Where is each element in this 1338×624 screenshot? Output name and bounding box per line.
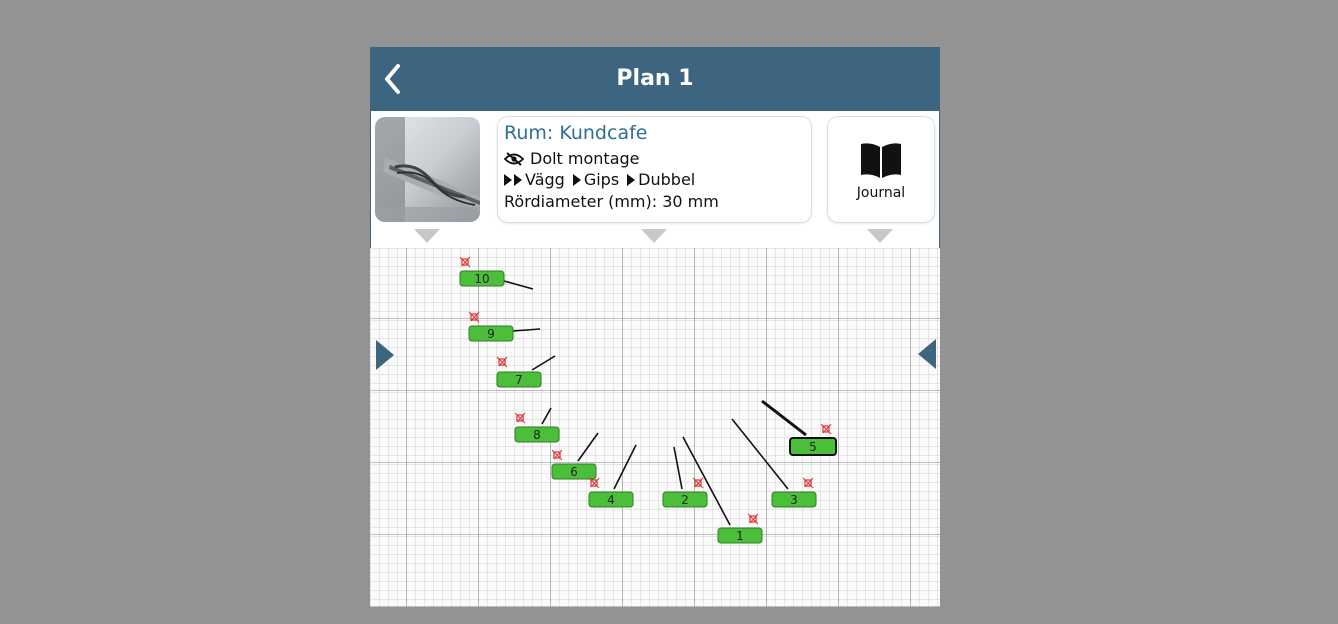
target-icon [588, 477, 600, 489]
pipe-line [613, 444, 637, 490]
photo-thumbnail [375, 117, 480, 222]
install-path: Vägg Gips Dubbel [504, 170, 695, 189]
plan-marker[interactable]: 6 [551, 449, 597, 480]
pipe-line [761, 399, 807, 437]
pipe-diameter: Rördiameter (mm): 30 mm [504, 192, 719, 211]
nav-bar: Plan 1 [370, 47, 940, 110]
journal-label: Journal [856, 185, 906, 201]
room-name: Rum: Kundcafe [504, 122, 648, 144]
marker-label: 10 [474, 272, 489, 286]
target-icon [802, 477, 814, 489]
floor-plan[interactable]: 10 9 7 8 6 4 2 1 3 5 [370, 248, 940, 607]
marker-label: 7 [515, 373, 523, 387]
previous-arrow[interactable] [376, 340, 394, 370]
app-window: Plan 1 Rum: Kundcafe Dolt montage Vägg G… [370, 47, 940, 607]
play-icon [504, 173, 512, 186]
marker-label: 9 [487, 327, 495, 341]
marker-label: 3 [790, 493, 798, 507]
mount-type: Dolt montage [504, 149, 640, 168]
pipe-info-card[interactable]: Rum: Kundcafe Dolt montage Vägg Gips Dub… [498, 117, 811, 222]
pipe-line [673, 446, 683, 490]
target-icon [747, 513, 759, 525]
book-open-icon [861, 143, 901, 178]
plan-marker[interactable]: 2 [662, 477, 708, 508]
marker-label: 4 [607, 493, 615, 507]
play-icon [572, 173, 581, 186]
mount-label: Dolt montage [530, 149, 640, 168]
marker-label: 2 [681, 493, 689, 507]
marker-label: 8 [533, 428, 541, 442]
marker-label: 5 [809, 440, 817, 454]
path-layer: Dubbel [638, 170, 696, 189]
eye-slash-icon [504, 151, 524, 166]
target-icon [459, 256, 471, 268]
target-icon [551, 449, 563, 461]
pipe-line [512, 328, 541, 332]
plan-marker[interactable]: 4 [588, 477, 634, 508]
plan-marker[interactable]: 8 [514, 412, 560, 443]
pipe-line [531, 355, 556, 371]
pipe-line [503, 280, 534, 290]
path-material: Gips [583, 170, 620, 189]
pipe-line [682, 436, 731, 526]
play-icon [514, 173, 522, 186]
path-wall: Vägg [525, 170, 565, 189]
pipe-line [731, 418, 789, 490]
play-icon [627, 173, 636, 186]
pipe-lines [503, 280, 807, 526]
plan-marker[interactable]: 10 [459, 256, 505, 287]
marker-label: 6 [570, 465, 578, 479]
target-icon [820, 423, 832, 435]
target-icon [496, 356, 508, 368]
page-title: Plan 1 [616, 66, 694, 91]
pipe-line [577, 432, 599, 462]
expand-photo-arrow[interactable] [414, 229, 440, 243]
marker-label: 1 [736, 529, 744, 543]
marker-layer: 10 9 7 8 6 4 2 1 3 5 [459, 256, 837, 544]
journal-button[interactable]: Journal [828, 117, 934, 222]
plan-marker[interactable]: 7 [496, 356, 542, 388]
plan-marker[interactable]: 3 [771, 477, 817, 508]
pipe-line [541, 407, 552, 425]
expand-journal-arrow[interactable] [867, 229, 893, 243]
target-icon [514, 412, 526, 424]
plan-canvas: 10 9 7 8 6 4 2 1 3 5 [376, 256, 936, 544]
plan-marker[interactable]: 9 [468, 311, 514, 342]
next-arrow[interactable] [918, 339, 936, 369]
target-icon [692, 477, 704, 489]
expand-info-arrow[interactable] [641, 229, 667, 243]
target-icon [468, 311, 480, 323]
plan-marker[interactable]: 1 [717, 513, 763, 544]
room-photo[interactable] [375, 117, 480, 222]
